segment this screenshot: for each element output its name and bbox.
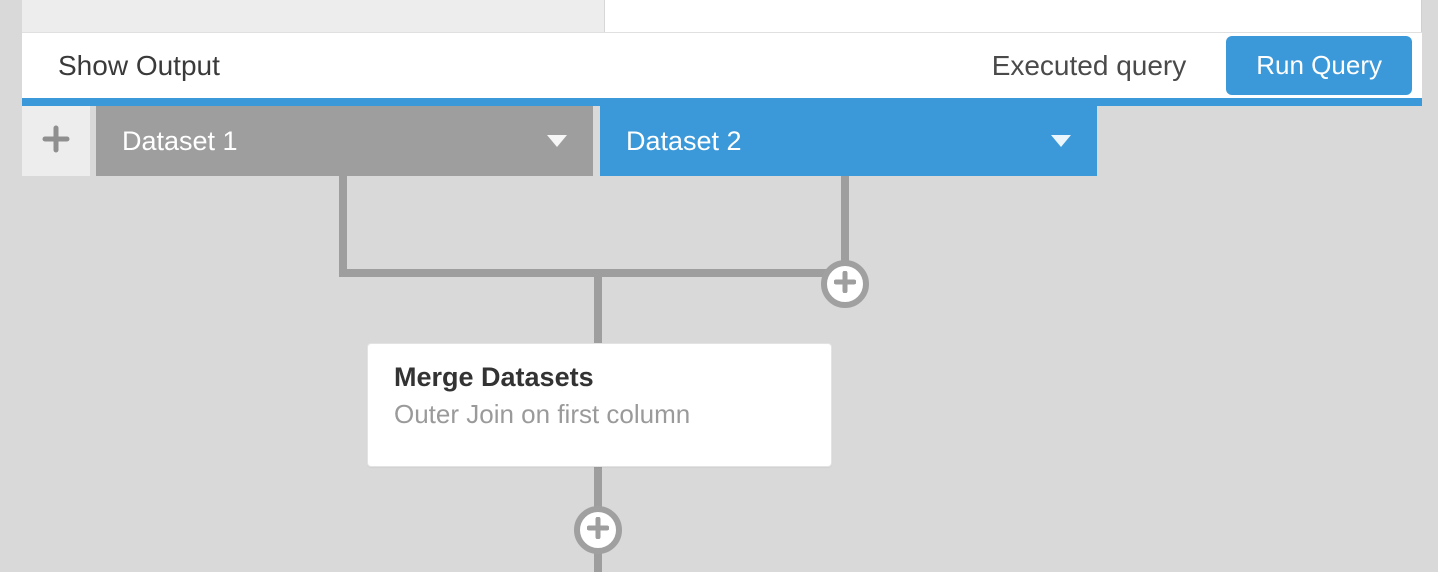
tab-dataset-1[interactable]: Dataset 1 [96, 106, 593, 176]
top-strip-right [605, 0, 1421, 32]
plus-icon [834, 271, 856, 298]
chevron-down-icon [1051, 135, 1071, 147]
merge-node-title: Merge Datasets [394, 362, 805, 393]
plus-icon [587, 517, 609, 544]
action-bar: Show Output Executed query Run Query [22, 32, 1422, 98]
merge-datasets-node[interactable]: Merge Datasets Outer Join on first colum… [367, 343, 832, 467]
run-query-button[interactable]: Run Query [1226, 36, 1412, 95]
add-dataset-tab[interactable] [22, 106, 90, 176]
flow-canvas: Merge Datasets Outer Join on first colum… [22, 176, 1422, 572]
tab-label: Dataset 2 [626, 126, 742, 157]
merge-node-subtitle: Outer Join on first column [394, 399, 805, 430]
top-strip [22, 0, 1422, 32]
action-bar-right: Executed query Run Query [992, 36, 1412, 95]
top-strip-left [22, 0, 605, 32]
tab-dataset-2[interactable]: Dataset 2 [600, 106, 1097, 176]
plus-icon [42, 125, 70, 158]
dataset-tabs-row: Dataset 1 Dataset 2 [22, 106, 1104, 176]
accent-divider [22, 98, 1422, 106]
chevron-down-icon [547, 135, 567, 147]
add-step-top-button[interactable] [821, 260, 869, 308]
show-output-label[interactable]: Show Output [58, 50, 220, 82]
query-status-label: Executed query [992, 50, 1187, 82]
add-step-bottom-button[interactable] [574, 506, 622, 554]
tab-label: Dataset 1 [122, 126, 238, 157]
